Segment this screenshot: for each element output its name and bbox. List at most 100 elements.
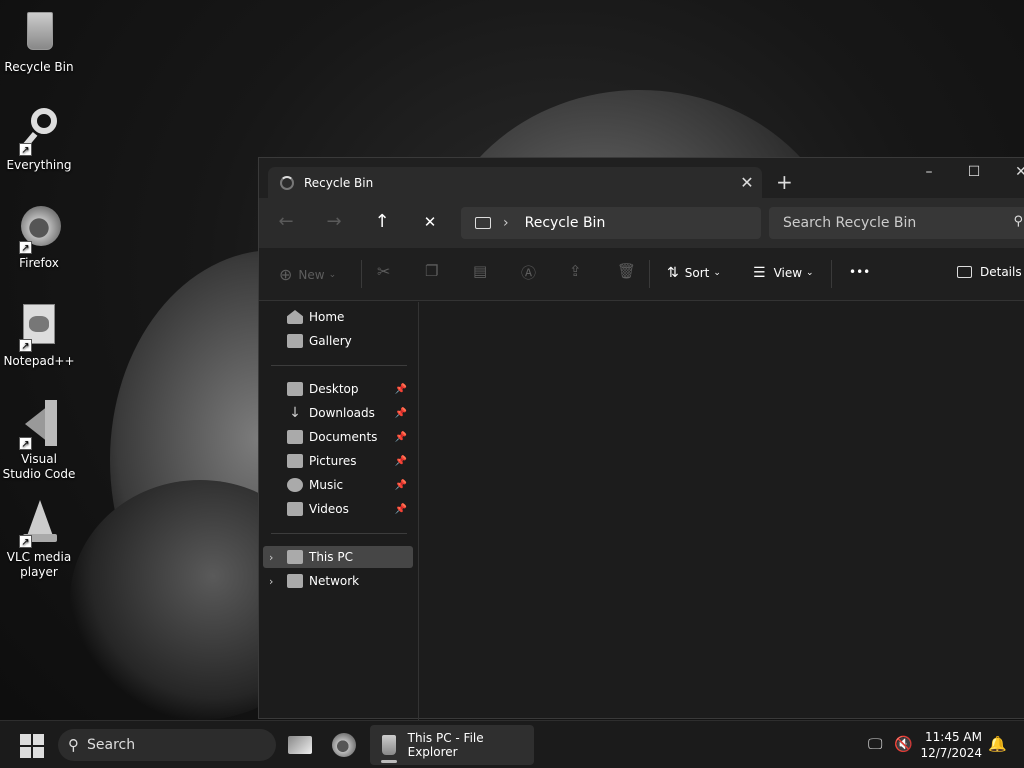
- desktop-icon-vscode[interactable]: ↗ Visual Studio Code: [2, 400, 76, 482]
- desktop-icon-vlc[interactable]: ↗ VLC media player: [2, 498, 76, 580]
- music-icon: [287, 478, 303, 492]
- back-button[interactable]: ←: [273, 211, 299, 232]
- task-view-icon: [288, 736, 312, 754]
- pin-icon[interactable]: 📌: [395, 408, 407, 419]
- maximize-button[interactable]: ☐: [954, 164, 994, 180]
- minimize-button[interactable]: –: [909, 164, 949, 180]
- sidebar-item-documents[interactable]: Documents 📌: [263, 426, 413, 448]
- sidebar-item-network[interactable]: › Network: [263, 570, 413, 592]
- computer-icon: [475, 217, 491, 229]
- toolbar-divider: [361, 260, 362, 288]
- pin-icon[interactable]: 📌: [395, 504, 407, 515]
- taskbar-file-explorer[interactable]: This PC - File Explorer: [370, 725, 534, 765]
- sidebar-item-videos[interactable]: Videos 📌: [263, 498, 413, 520]
- stop-button[interactable]: ✕: [417, 213, 443, 231]
- vscode-icon: ↗: [15, 400, 63, 450]
- taskbar-firefox[interactable]: [332, 727, 356, 763]
- sidebar-item-label: Pictures: [309, 454, 357, 468]
- copy-icon[interactable]: ❐: [425, 262, 438, 280]
- new-tab-button[interactable]: +: [776, 170, 793, 194]
- cut-icon[interactable]: ✂: [377, 262, 390, 281]
- computer-icon: [287, 550, 303, 564]
- gallery-icon: [287, 334, 303, 348]
- sort-label: Sort: [684, 266, 710, 280]
- sidebar-item-label: Gallery: [309, 334, 352, 348]
- desktop-icon-label: Everything: [6, 158, 72, 172]
- windows-logo-icon: [20, 734, 31, 745]
- forward-button[interactable]: →: [321, 211, 347, 232]
- notification-bell-icon[interactable]: 🔔: [988, 735, 1007, 753]
- sidebar-item-pictures[interactable]: Pictures 📌: [263, 450, 413, 472]
- network-icon: [287, 574, 303, 588]
- chevron-right-icon[interactable]: ›: [269, 575, 273, 588]
- navigation-bar: ← → ↑ ✕ › Recycle Bin Search Recycle Bin…: [259, 198, 1024, 248]
- up-button[interactable]: ↑: [369, 211, 395, 232]
- firefox-icon: ↗: [15, 204, 63, 254]
- desktop-icon-everything[interactable]: ↗ Everything: [2, 106, 76, 173]
- desktop-icon-label: Recycle Bin: [4, 60, 74, 74]
- breadcrumb-location[interactable]: Recycle Bin: [525, 215, 606, 231]
- sidebar-item-home[interactable]: Home: [263, 306, 413, 328]
- file-list-pane[interactable]: [420, 302, 1024, 718]
- view-button[interactable]: ☰ View ⌄: [753, 265, 814, 281]
- file-explorer-window: Recycle Bin ✕ + – ☐ ✕ ← → ↑ ✕ › Recycle …: [258, 157, 1024, 720]
- task-view-button[interactable]: [288, 727, 312, 763]
- display-icon[interactable]: 🖵: [868, 735, 882, 753]
- clock-time: 11:45 AM: [925, 730, 982, 744]
- tab-recycle-bin[interactable]: Recycle Bin ✕: [268, 167, 762, 198]
- pin-icon[interactable]: 📌: [395, 480, 407, 491]
- tab-close-button[interactable]: ✕: [732, 173, 762, 192]
- view-icon: ☰: [753, 265, 766, 281]
- desktop-icon-label: VLC media player: [6, 550, 72, 579]
- new-button[interactable]: ⊕ New ⌄: [279, 265, 336, 284]
- notepadpp-icon: ↗: [15, 302, 63, 352]
- pin-icon[interactable]: 📌: [395, 384, 407, 395]
- sidebar-item-label: Desktop: [309, 382, 359, 396]
- desktop-icon-label: Firefox: [19, 256, 59, 270]
- vlc-cone-icon: ↗: [15, 498, 63, 548]
- sidebar-item-this-pc[interactable]: › This PC: [263, 546, 413, 568]
- title-bar: Recycle Bin ✕ + – ☐ ✕: [259, 158, 1024, 198]
- desktop-icon-notepadpp[interactable]: ↗ Notepad++: [2, 302, 76, 369]
- rename-icon[interactable]: Ⓐ: [521, 262, 536, 283]
- start-button[interactable]: [20, 734, 44, 758]
- delete-icon[interactable]: 🗑: [617, 262, 636, 280]
- sidebar-divider: [271, 533, 407, 534]
- volume-muted-icon[interactable]: 🔇: [894, 735, 913, 753]
- shortcut-arrow-icon: ↗: [19, 535, 32, 548]
- close-button[interactable]: ✕: [1001, 164, 1024, 180]
- sidebar-item-label: Home: [309, 310, 345, 324]
- paste-icon[interactable]: ▤: [473, 262, 487, 280]
- pin-icon[interactable]: 📌: [395, 456, 407, 467]
- firefox-icon: [332, 733, 356, 757]
- clock[interactable]: 11:45 AM 12/7/2024: [920, 729, 982, 761]
- sidebar-item-label: Documents: [309, 430, 378, 444]
- pin-icon[interactable]: 📌: [395, 432, 407, 443]
- taskbar-search[interactable]: ⚲ Search: [58, 729, 276, 761]
- more-options-button[interactable]: •••: [849, 265, 870, 279]
- sidebar-item-music[interactable]: Music 📌: [263, 474, 413, 496]
- sidebar-item-gallery[interactable]: Gallery: [263, 330, 413, 352]
- sort-button[interactable]: ⇅ Sort ⌄: [667, 265, 721, 281]
- chevron-right-icon[interactable]: ›: [269, 551, 273, 564]
- videos-icon: [287, 502, 303, 516]
- sidebar-divider: [271, 365, 407, 366]
- navigation-pane: Home Gallery Desktop 📌 ↓ Downloads 📌 Doc…: [259, 302, 419, 720]
- desktop-folder-icon: [287, 382, 303, 396]
- desktop-icon-firefox[interactable]: ↗ Firefox: [2, 204, 76, 271]
- sidebar-item-label: This PC: [309, 550, 353, 564]
- share-icon[interactable]: ⇪: [569, 262, 582, 280]
- command-bar: ⊕ New ⌄ ✂ ❐ ▤ Ⓐ ⇪ 🗑 ⇅ Sort ⌄ ☰ View ⌄ ••…: [259, 248, 1024, 301]
- new-label: New: [298, 267, 325, 282]
- sidebar-item-downloads[interactable]: ↓ Downloads 📌: [263, 402, 413, 424]
- details-button[interactable]: Details: [957, 265, 1022, 279]
- sidebar-item-label: Network: [309, 574, 360, 588]
- desktop-icon-recycle-bin[interactable]: Recycle Bin: [2, 8, 76, 75]
- search-input[interactable]: Search Recycle Bin ⚲: [769, 207, 1024, 239]
- active-indicator: [381, 760, 397, 763]
- address-bar[interactable]: › Recycle Bin: [461, 207, 761, 239]
- shortcut-arrow-icon: ↗: [19, 437, 32, 450]
- sidebar-item-desktop[interactable]: Desktop 📌: [263, 378, 413, 400]
- clock-date: 12/7/2024: [920, 746, 982, 760]
- toolbar-divider: [649, 260, 650, 288]
